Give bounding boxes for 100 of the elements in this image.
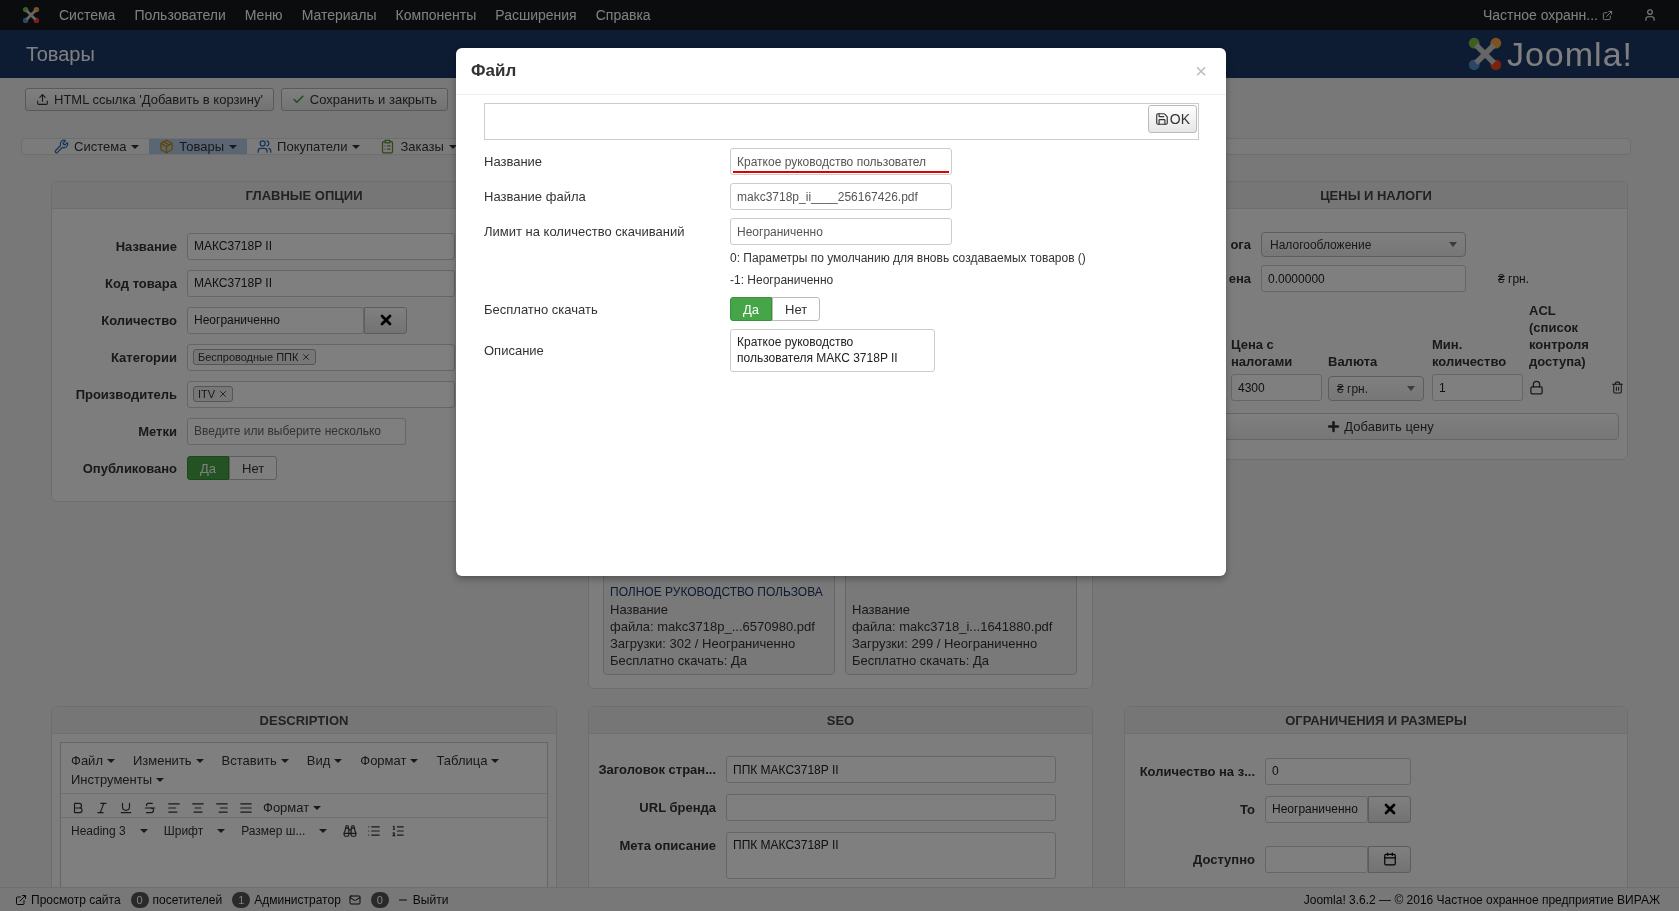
- menu-item[interactable]: Справка: [595, 7, 651, 23]
- field-label: Метки: [137, 423, 177, 439]
- field-label: URL бренда: [638, 799, 716, 815]
- view-site-link[interactable]: Просмотр сайта: [31, 892, 121, 907]
- text-field[interactable]: Неограниченно: [730, 218, 952, 245]
- field-label: Название: [484, 154, 544, 169]
- file-info: Название файла: makc3718_i...1641880.pdf: [852, 601, 1054, 635]
- field-label: Описание: [484, 343, 545, 358]
- text-field[interactable]: makc3718p_ii____256167426.pdf: [730, 183, 952, 210]
- field-label: Количество: [100, 312, 177, 328]
- tab-label: Покупатели: [277, 139, 348, 154]
- field-label: Код товара: [104, 275, 177, 291]
- editor-menu[interactable]: Файл: [71, 753, 115, 768]
- toggle-option[interactable]: Да: [187, 456, 230, 480]
- text-field[interactable]: 0: [1265, 757, 1411, 785]
- text-area[interactable]: Краткое руководство пользователя МАКС 3718P II: [730, 329, 935, 372]
- tag-chip[interactable]: Беспроводные ППК: [193, 349, 317, 365]
- tag-label: Беспроводные ППК: [198, 351, 299, 363]
- editor-menu[interactable]: Вид: [306, 753, 343, 768]
- tag-field[interactable]: ITV: [187, 380, 455, 408]
- ok-button[interactable]: OK: [1147, 105, 1197, 133]
- count-badge: 0: [130, 891, 149, 908]
- editor-menu[interactable]: Изменить: [132, 753, 204, 768]
- text-field[interactable]: МАКС3718P II: [187, 269, 455, 297]
- tags-field[interactable]: Введите или выберите несколько: [187, 417, 406, 445]
- toggle-option[interactable]: Нет: [229, 456, 278, 480]
- footer-text: посетителей: [152, 892, 223, 907]
- editor-menu[interactable]: Формат: [360, 753, 419, 768]
- logo-text: Joomla!: [1506, 34, 1633, 74]
- field-label: Доступно: [1192, 851, 1255, 867]
- footer-text: Администратор: [254, 892, 341, 907]
- block-select[interactable]: Heading 3: [71, 824, 148, 838]
- editor-menu[interactable]: Инструменты: [71, 772, 165, 787]
- tag-field[interactable]: Беспроводные ППК: [187, 343, 455, 371]
- editor-menu[interactable]: Вставить: [221, 753, 289, 768]
- tab-label: Товары: [179, 139, 225, 154]
- tab-label: Система: [74, 139, 127, 154]
- text-field[interactable]: ППК МАКС3718P II: [726, 756, 1056, 783]
- format-menu[interactable]: Формат: [263, 800, 322, 815]
- currency-label: ₴ грн.: [1498, 271, 1530, 286]
- panel-title: DESCRIPTION: [52, 707, 556, 734]
- text-field[interactable]: Краткое руководство пользовател: [730, 148, 952, 175]
- tax-select[interactable]: Налогообложение: [1261, 232, 1466, 257]
- column-header: Цена с налогами: [1231, 336, 1294, 370]
- tag-chip[interactable]: ITV: [193, 386, 234, 402]
- field-label: Количество на з...: [1138, 763, 1255, 779]
- field-label: ога: [1229, 237, 1251, 252]
- column-header: ACL (список контроля доступа): [1529, 302, 1590, 370]
- editor-menu[interactable]: Таблица: [436, 753, 500, 768]
- file-info: Бесплатно скачать: Да: [852, 652, 990, 669]
- menu-item[interactable]: Система: [59, 7, 116, 23]
- field-label: То: [1238, 801, 1255, 817]
- help-text: 0: Параметры по умолчанию для вновь создаваемых товаров (): [730, 250, 1087, 267]
- logout-link[interactable]: Выйти: [412, 892, 449, 907]
- nav-tab[interactable]: Система: [44, 139, 150, 154]
- tag-label: ITV: [198, 388, 216, 400]
- count-badge: 1: [232, 891, 251, 908]
- price-field[interactable]: 0.0000000: [1261, 265, 1466, 292]
- field-label: Категории: [109, 349, 177, 365]
- panel-title: SEO: [589, 707, 1092, 734]
- text-field[interactable]: МАКС3718P II: [187, 232, 455, 260]
- count-badge: 0: [370, 891, 389, 908]
- field-label: Название: [114, 238, 177, 254]
- page-title: Товары: [26, 42, 95, 66]
- panel-title: ОГРАНИЧЕНИЯ И РАЗМЕРЫ: [1125, 707, 1627, 734]
- price-field[interactable]: 4300: [1231, 374, 1322, 401]
- file-title: ПОЛНОЕ РУКОВОДСТВО ПОЛЬЗОВА: [610, 584, 824, 601]
- font-select[interactable]: Шрифт: [163, 824, 226, 838]
- site-link[interactable]: Частное охранн...: [1482, 7, 1613, 23]
- file-info: Бесплатно скачать: Да: [610, 652, 748, 669]
- column-header: Мин. количество: [1432, 336, 1508, 370]
- file-info: Загрузки: 302 / Неограниченно: [610, 635, 797, 652]
- dialog-title: Файл: [471, 61, 517, 81]
- file-info: Загрузки: 299 / Неограниченно: [852, 635, 1039, 652]
- toggle-option[interactable]: Нет: [772, 297, 821, 321]
- field-label: Опубликовано: [81, 460, 177, 476]
- toolbar-button[interactable]: Сохранить и закрыть: [280, 88, 449, 111]
- file-info: Название файла: makc3718p_...6570980.pdf: [610, 601, 816, 635]
- currency-select[interactable]: ₴ грн.: [1328, 376, 1424, 401]
- nav-tab[interactable]: Покупатели: [247, 139, 371, 154]
- field-label: Мета описание: [618, 837, 716, 853]
- help-text: -1: Неограниченно: [730, 272, 835, 289]
- quantity-field[interactable]: 1: [1432, 374, 1523, 401]
- menu-item[interactable]: Расширения: [495, 7, 577, 23]
- column-header: Валюта: [1328, 353, 1379, 370]
- menu-item[interactable]: Компоненты: [395, 7, 477, 23]
- toolbar-button[interactable]: HTML ссылка 'Добавить в корзину': [25, 88, 274, 111]
- menu-item[interactable]: Меню: [244, 7, 283, 23]
- limit-field[interactable]: Неограниченно: [1265, 795, 1368, 823]
- size-select[interactable]: Размер ш...: [241, 824, 328, 838]
- tab-label: Заказы: [400, 139, 444, 154]
- menu-item[interactable]: Пользователи: [134, 7, 226, 23]
- toggle-option[interactable]: Да: [730, 297, 773, 321]
- menu-item[interactable]: Материалы: [301, 7, 377, 23]
- quantity-field[interactable]: Неограниченно: [187, 306, 364, 334]
- field-label: ена: [1227, 271, 1251, 286]
- text-area[interactable]: ППК МАКС3718P II: [726, 832, 1056, 879]
- field-label: Лимит на количество скачиваний: [484, 223, 686, 239]
- nav-tab[interactable]: Товары: [149, 139, 248, 154]
- field-label: Бесплатно скачать: [484, 301, 599, 317]
